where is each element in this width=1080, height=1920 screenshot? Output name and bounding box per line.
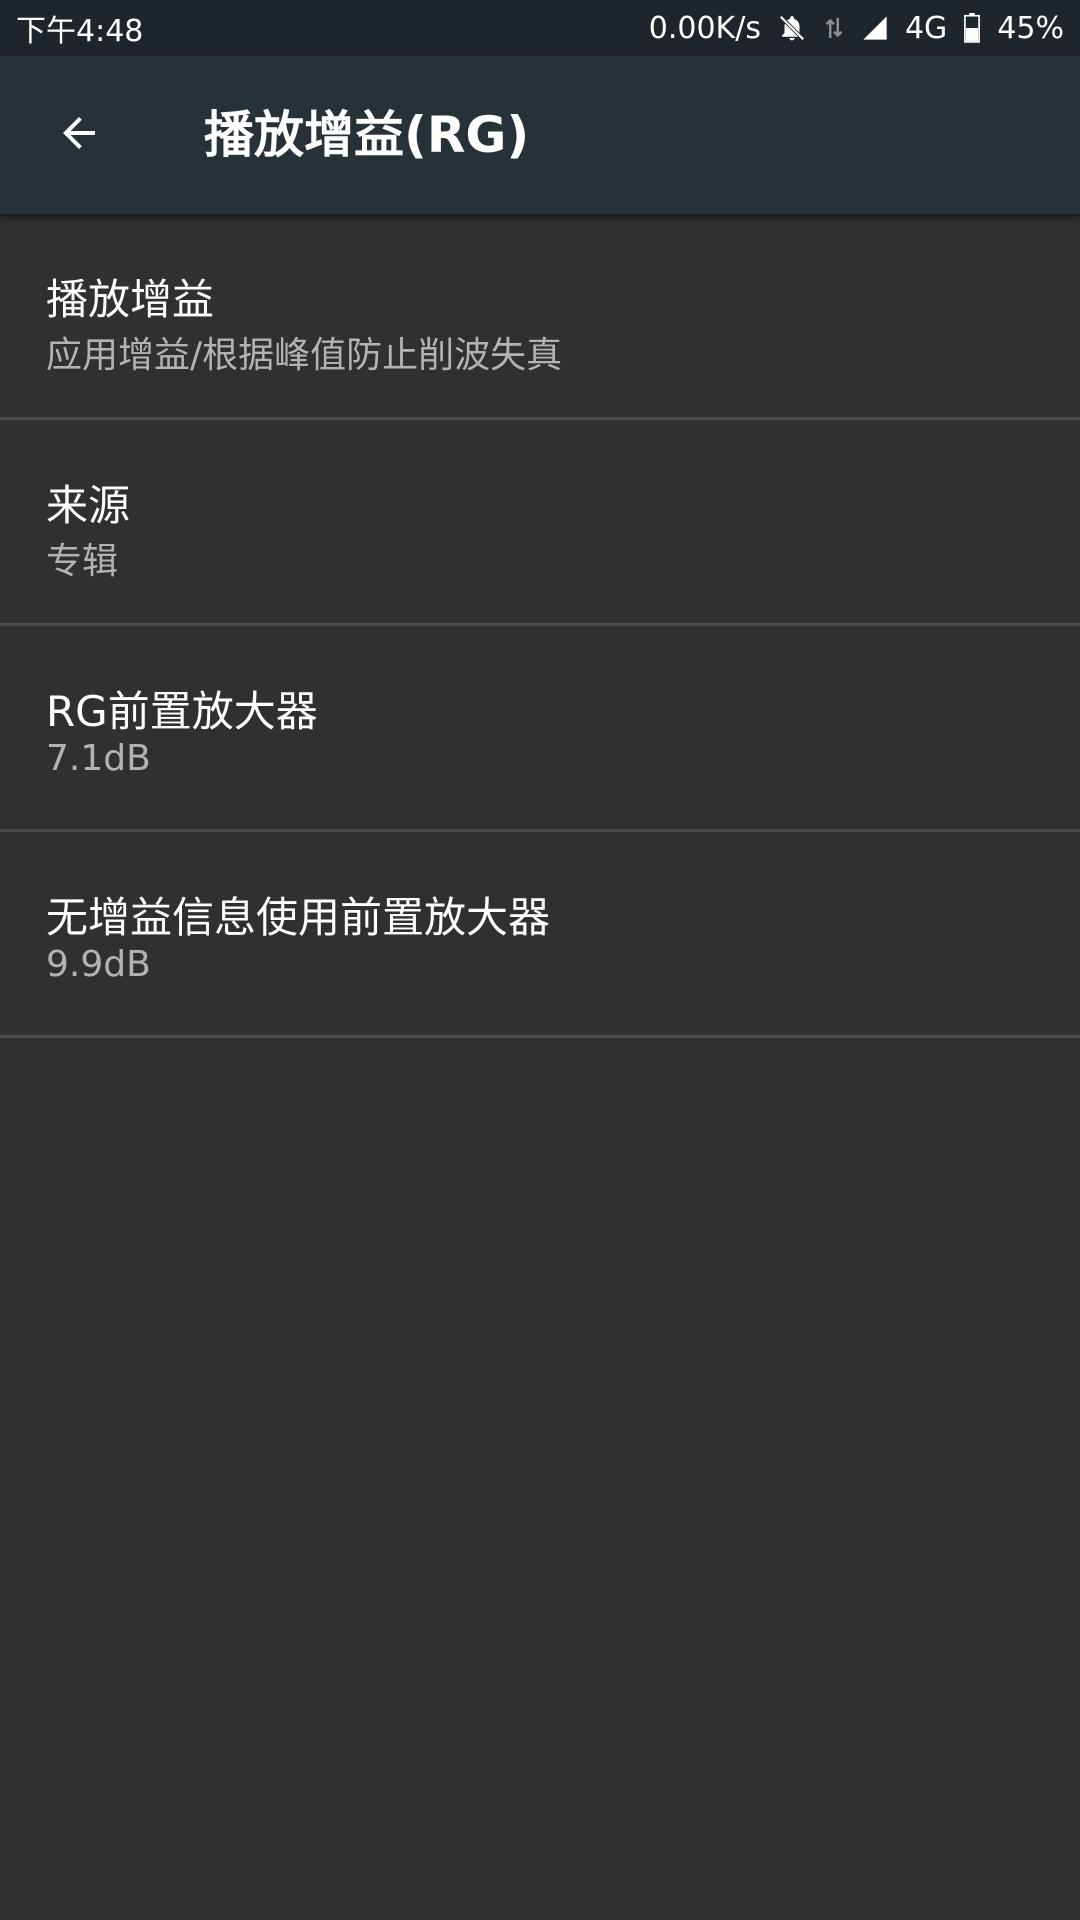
page-title: 播放增益(RG) — [204, 106, 530, 164]
battery-icon — [963, 13, 981, 43]
status-time: 下午4:48 — [16, 14, 144, 49]
app-bar: 播放增益(RG) — [0, 56, 1080, 214]
setting-summary: 7.1dB — [46, 738, 151, 779]
setting-title: 来源 — [46, 481, 131, 530]
setting-summary: 专辑 — [46, 541, 119, 582]
status-indicators: 0.00K/s 4G 45% — [649, 11, 1064, 46]
data-arrows-icon — [823, 13, 845, 43]
setting-source[interactable]: 来源 专辑 — [0, 420, 1080, 626]
arrow-left-icon — [55, 109, 103, 161]
setting-no-rg-preamp[interactable]: 无增益信息使用前置放大器 9.9dB — [0, 832, 1080, 1038]
settings-list: 播放增益 应用增益/根据峰值防止削波失真 来源 专辑 RG前置放大器 7.1dB… — [0, 214, 1080, 1038]
back-button[interactable] — [40, 96, 118, 174]
setting-rg-preamp[interactable]: RG前置放大器 7.1dB — [0, 626, 1080, 832]
setting-replaygain-mode[interactable]: 播放增益 应用增益/根据峰值防止削波失真 — [0, 214, 1080, 420]
setting-summary: 应用增益/根据峰值防止削波失真 — [46, 335, 563, 376]
net-speed: 0.00K/s — [648, 10, 761, 46]
status-bar: 下午4:48 0.00K/s 4G 45% — [0, 0, 1080, 56]
network-type: 4G — [904, 10, 948, 46]
setting-summary: 9.9dB — [46, 944, 151, 985]
setting-title: 播放增益 — [46, 275, 215, 324]
setting-title: RG前置放大器 — [46, 687, 318, 736]
bell-off-icon — [777, 13, 807, 43]
battery-level: 45% — [997, 10, 1064, 46]
signal-icon — [861, 14, 889, 42]
setting-title: 无增益信息使用前置放大器 — [46, 893, 551, 942]
